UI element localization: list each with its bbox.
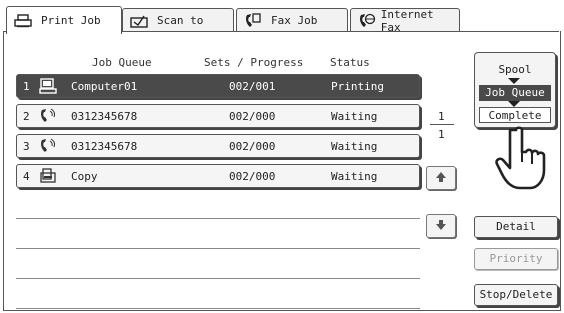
job-mode-selector: Spool Job Queue Complete <box>474 52 556 128</box>
column-header-status: Status <box>330 56 370 69</box>
mode-spool[interactable]: Spool <box>479 62 551 78</box>
job-sets: 002/000 <box>229 139 276 153</box>
page-current: 1 <box>438 110 445 123</box>
tab-scan-to[interactable]: Scan to <box>122 8 234 32</box>
arrow-down-icon <box>508 78 520 84</box>
internet-fax-icon <box>357 13 377 29</box>
scroll-up-button[interactable] <box>426 166 456 190</box>
empty-row-line <box>16 308 420 309</box>
job-sets: 002/000 <box>229 169 276 183</box>
empty-row-line <box>16 278 420 279</box>
table-row[interactable]: 1 Computer01 002/001 Printing <box>16 74 420 98</box>
row-number: 4 <box>23 169 30 183</box>
empty-row-line <box>16 218 420 219</box>
tab-fax-job[interactable]: Fax Job <box>236 8 348 32</box>
job-sets: 002/001 <box>229 79 276 93</box>
pointing-hand-icon <box>490 122 546 194</box>
printer-icon <box>13 13 33 29</box>
column-header-sets-progress: Sets / Progress <box>204 56 304 69</box>
job-name: Copy <box>71 169 98 183</box>
tab-label: Fax Job <box>271 14 318 27</box>
tab-internet-fax[interactable]: Internet Fax <box>350 7 460 34</box>
phone-icon <box>39 108 57 124</box>
job-name: 0312345678 <box>71 109 138 123</box>
arrow-down-icon <box>435 219 447 234</box>
mode-job-queue[interactable]: Job Queue <box>479 85 551 101</box>
copy-icon <box>39 168 57 184</box>
tab-bar: Print Job Scan to Fax Job Internet Fax <box>4 4 560 34</box>
row-number: 3 <box>23 139 30 153</box>
scroll-down-button[interactable] <box>426 214 456 238</box>
tab-print-job[interactable]: Print Job <box>6 6 122 34</box>
detail-button[interactable]: Detail <box>474 216 558 238</box>
phone-icon <box>39 138 57 154</box>
table-row[interactable]: 3 0312345678 002/000 Waiting <box>16 134 420 158</box>
column-header-job-queue: Job Queue <box>92 56 152 69</box>
page-separator <box>430 124 454 125</box>
job-name: 0312345678 <box>71 139 138 153</box>
fax-icon <box>243 12 263 29</box>
job-name: Computer01 <box>71 79 138 93</box>
page-total: 1 <box>438 128 445 141</box>
scanner-icon <box>129 13 149 29</box>
tab-label: Scan to <box>157 14 204 27</box>
stop-delete-button[interactable]: Stop/Delete <box>474 284 558 306</box>
job-status: Waiting <box>331 139 378 153</box>
priority-button[interactable]: Priority <box>474 248 558 270</box>
tab-label: Print Job <box>41 14 101 27</box>
job-sets: 002/000 <box>229 109 276 123</box>
row-number: 1 <box>23 79 30 93</box>
arrow-up-icon <box>435 171 447 186</box>
job-status: Waiting <box>331 109 378 123</box>
table-row[interactable]: 4 Copy 002/000 Waiting <box>16 164 420 188</box>
empty-row-line <box>16 248 420 249</box>
mode-complete[interactable]: Complete <box>479 107 551 123</box>
table-row[interactable]: 2 0312345678 002/000 Waiting <box>16 104 420 128</box>
job-status: Printing <box>331 79 384 93</box>
tab-label: Internet Fax <box>380 7 434 34</box>
job-status: Waiting <box>331 169 378 183</box>
computer-icon <box>39 78 57 94</box>
row-number: 2 <box>23 109 30 123</box>
